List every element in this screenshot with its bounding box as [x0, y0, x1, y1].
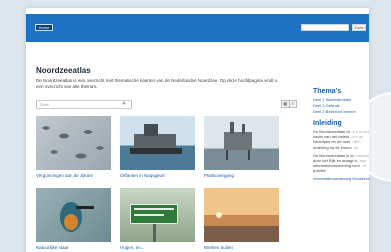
tile-4[interactable]: Natuurlijke staat [36, 188, 111, 250]
photo-green-sign[interactable] [120, 188, 195, 242]
viewport: Home Zoek Noordzeeatlas De Noordzeeatlas… [0, 0, 391, 252]
photo-sunset-sea[interactable] [204, 188, 279, 242]
tile-5[interactable]: Hogen, en... [120, 188, 195, 250]
header-search-input[interactable] [301, 24, 349, 31]
header-bar: Home Zoek [26, 14, 369, 42]
page: Home Zoek Noordzeeatlas De Noordzeeatlas… [26, 8, 371, 252]
list-view-icon[interactable]: ≡ [288, 101, 297, 107]
photo-cracked-ground[interactable] [36, 116, 111, 170]
tile-2[interactable]: Olifanten in Naqsgeurt [120, 116, 195, 178]
photo-bird[interactable] [36, 188, 111, 242]
tile-caption[interactable]: Hogen, en... [120, 245, 195, 250]
tile-6[interactable]: Werken buiten [204, 188, 279, 250]
tile-caption[interactable]: Natuurlijke staat [36, 245, 111, 250]
tile-1[interactable]: Vergunningen aan de zijkant [36, 116, 111, 178]
photo-platform[interactable] [204, 116, 279, 170]
tile-caption[interactable]: Vergunningen aan de zijkant [36, 173, 111, 178]
more-info-link[interactable]: Informatievoorziening Noordzee [313, 176, 371, 182]
page-intro: De Noordzeeatlas is een overzicht met th… [36, 78, 278, 89]
view-toggle[interactable]: ▦ ≡ [281, 100, 297, 108]
tile-caption[interactable]: Werken buiten [204, 245, 279, 250]
clear-icon[interactable]: ✕ [122, 101, 126, 107]
tile-caption[interactable]: Plattsovergang [204, 173, 279, 178]
tile-caption[interactable]: Olifanten in Naqsgeurt [120, 173, 195, 178]
home-button[interactable]: Home [35, 24, 53, 31]
header-search-button[interactable]: Zoek [352, 24, 366, 31]
photo-ship[interactable] [120, 116, 195, 170]
themes-heading: Thema's [313, 88, 342, 95]
tile-3[interactable]: Plattsovergang [204, 116, 279, 178]
filter-input[interactable]: Zoek [36, 100, 132, 109]
page-title: Noordzeeatlas [36, 66, 91, 75]
